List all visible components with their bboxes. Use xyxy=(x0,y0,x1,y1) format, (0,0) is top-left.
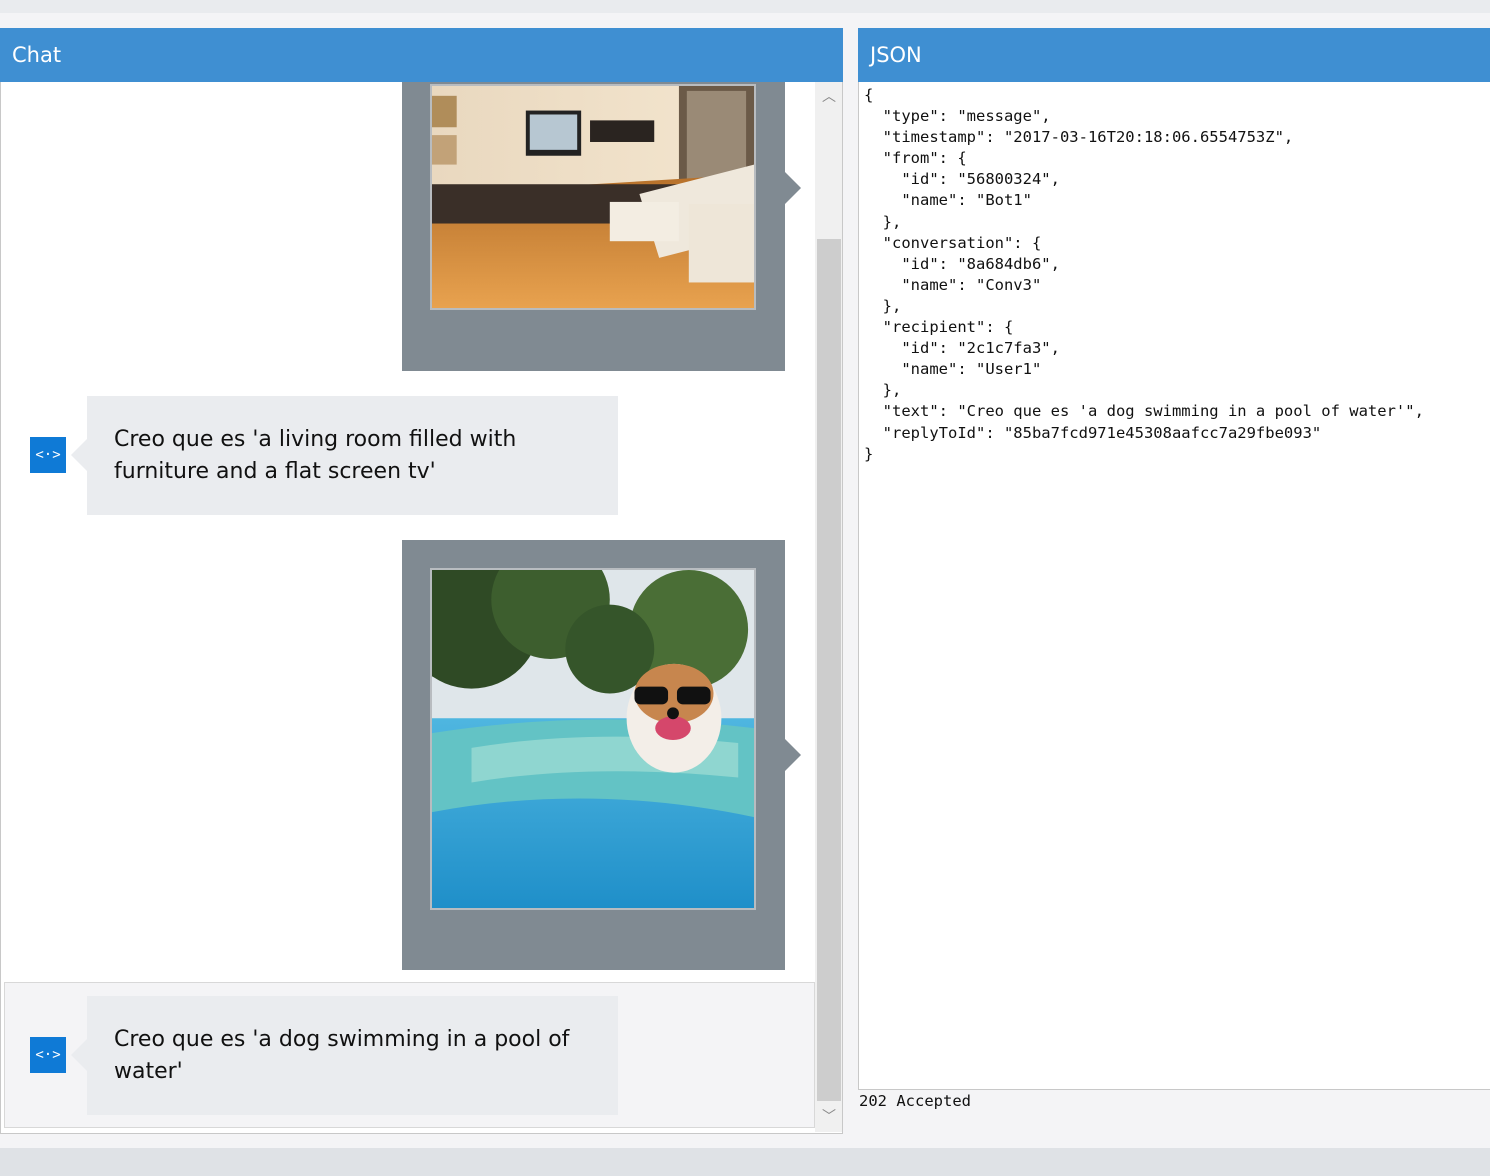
bot-message: <·> Creo que es 'a living room filled wi… xyxy=(1,396,815,516)
bubble-tail xyxy=(71,439,87,471)
dog-pool-illustration xyxy=(432,570,754,908)
chat-panel-title: Chat xyxy=(0,28,843,82)
bubble-tail xyxy=(71,1039,87,1071)
bot-code-icon: <·> xyxy=(30,1037,66,1073)
top-strip xyxy=(0,0,1490,13)
scrollbar-thumb[interactable] xyxy=(817,239,841,1101)
card-tail xyxy=(785,172,801,204)
image-attachment-card[interactable] xyxy=(402,82,801,371)
json-panel: JSON { "type": "message", "timestamp": "… xyxy=(858,28,1490,1134)
chat-panel: Chat <·> Creo que es 'a living room fill… xyxy=(0,28,843,1134)
living-room-image[interactable] xyxy=(430,84,756,310)
bot-message[interactable]: <·> Creo que es 'a dog swimming in a poo… xyxy=(1,996,815,1116)
bottom-strip xyxy=(0,1148,1490,1176)
scroll-up-arrow-icon[interactable]: ︿ xyxy=(815,82,842,112)
json-content: { "type": "message", "timestamp": "2017-… xyxy=(864,86,1424,463)
bot-message-text: Creo que es 'a living room filled with f… xyxy=(87,396,618,515)
card-tail xyxy=(785,739,801,771)
bot-code-icon: <·> xyxy=(30,437,66,473)
dog-pool-image[interactable] xyxy=(430,568,756,910)
json-panel-title: JSON xyxy=(858,28,1490,82)
living-room-illustration xyxy=(432,86,754,308)
image-attachment-card[interactable] xyxy=(402,540,801,970)
chat-transcript[interactable]: <·> Creo que es 'a living room filled wi… xyxy=(0,82,843,1134)
scroll-down-arrow-icon[interactable]: ﹀ xyxy=(815,1102,842,1132)
json-viewer[interactable]: { "type": "message", "timestamp": "2017-… xyxy=(858,82,1490,1090)
chat-scrollbar[interactable]: ︿ ﹀ xyxy=(815,82,842,1132)
response-status: 202 Accepted xyxy=(858,1090,1490,1134)
bot-message-text: Creo que es 'a dog swimming in a pool of… xyxy=(87,996,618,1115)
